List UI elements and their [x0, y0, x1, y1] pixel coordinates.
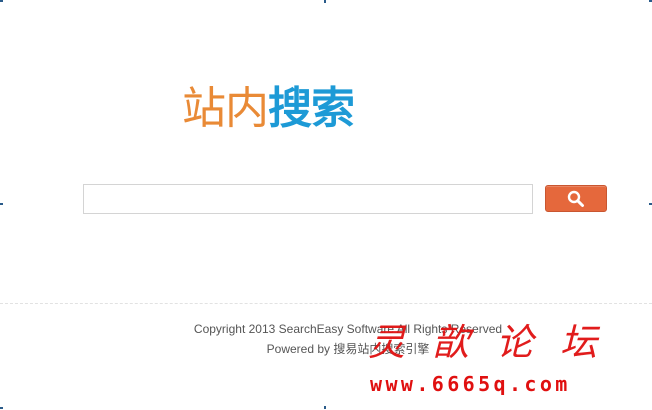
site-logo: 站内 搜索 — [182, 83, 355, 134]
search-button[interactable] — [545, 185, 607, 212]
corner-tick — [0, 407, 3, 409]
edge-tick — [0, 203, 3, 205]
footer-divider — [0, 303, 652, 304]
edge-tick — [324, 0, 326, 3]
search-icon — [567, 190, 584, 207]
watermark-title: 灵歆论坛 — [368, 321, 624, 364]
logo-text-part1: 站内 — [182, 83, 269, 134]
corner-tick — [0, 0, 3, 2]
logo-text-part2: 搜索 — [268, 83, 355, 134]
watermark-url: www.6665q.com — [370, 372, 571, 396]
search-input[interactable] — [83, 184, 533, 214]
edge-tick — [324, 406, 326, 409]
search-page: 站内 搜索 Copyright 2013 SearchEasy Software … — [0, 0, 652, 410]
